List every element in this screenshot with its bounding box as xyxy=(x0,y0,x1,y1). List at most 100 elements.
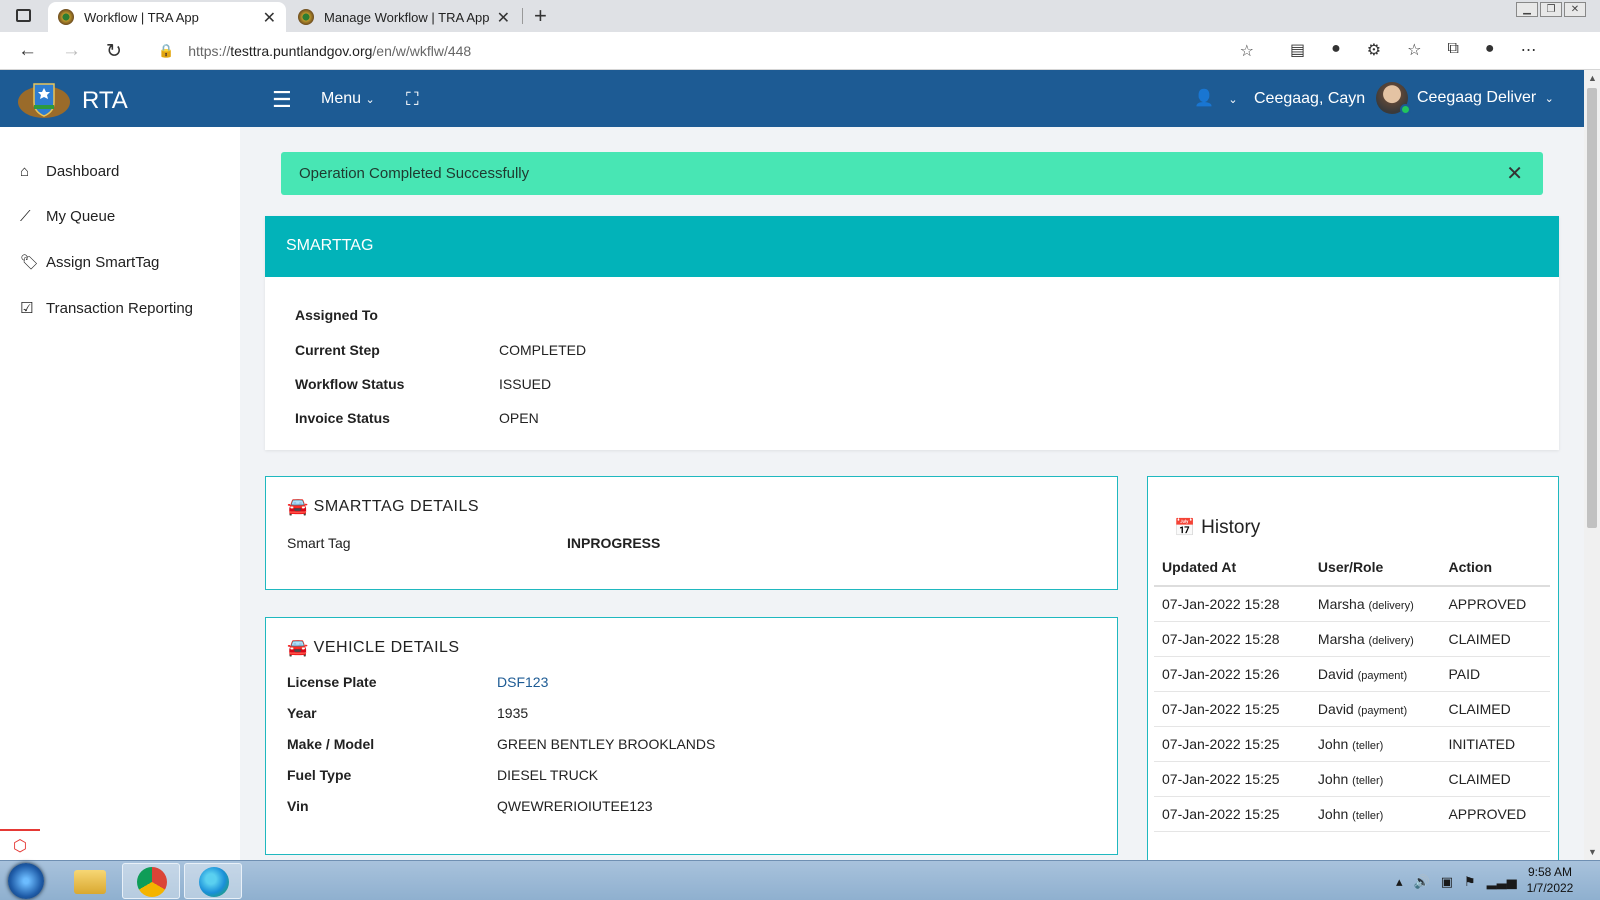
more-options-icon[interactable]: ⋯ xyxy=(1521,40,1537,60)
window-controls: ▁ ❐ ✕ xyxy=(1516,2,1586,17)
scroll-up-icon[interactable]: ▲ xyxy=(1588,73,1597,83)
close-window-icon[interactable]: ✕ xyxy=(1564,2,1586,17)
user-name: John xyxy=(1317,805,1349,822)
user-menu[interactable]: Ceegaag Deliver ⌄ xyxy=(1417,89,1554,107)
extensions-icon[interactable]: ⚙ xyxy=(1367,40,1381,60)
user-role: (delivery) xyxy=(1368,599,1414,612)
action-cell: APPROVED xyxy=(1440,796,1550,832)
restore-icon[interactable]: ❐ xyxy=(1540,2,1562,17)
scroll-down-icon[interactable]: ▼ xyxy=(1588,847,1597,857)
calendar-icon: 📅 xyxy=(1174,518,1196,537)
smarttag-card: SMARTTAG Assigned To Current Step COMPLE… xyxy=(265,216,1559,450)
file-explorer-button[interactable] xyxy=(60,863,118,899)
vehicle-details-card: 🚘 VEHICLE DETAILS License Plate DSF123 Y… xyxy=(265,617,1118,855)
user-role-cell: David (payment) xyxy=(1309,691,1441,727)
menu-dropdown[interactable]: Menu ⌄ xyxy=(321,90,375,108)
windows-taskbar: ▴ 🔊 ▣ ⚑ ▂▃▅ 9:58 AM 1/7/2022 xyxy=(0,860,1600,900)
user-role-cell: John (teller) xyxy=(1309,761,1441,797)
table-row: 07-Jan-2022 15:25 John (teller) APPROVED xyxy=(1154,796,1550,832)
back-icon[interactable]: ← xyxy=(18,40,37,62)
scrollbar-thumb[interactable] xyxy=(1587,88,1597,528)
field-value: INPROGRESS xyxy=(567,535,661,551)
edge-button[interactable] xyxy=(184,863,242,899)
vertical-scrollbar[interactable]: ▲ ▼ xyxy=(1584,70,1600,860)
close-icon[interactable]: ✕ xyxy=(1506,161,1523,186)
shield-extension-icon[interactable]: ● xyxy=(1331,40,1341,60)
fullscreen-icon[interactable]: ⛶ xyxy=(406,89,419,110)
profile-icon[interactable]: ● xyxy=(1485,40,1495,60)
coat-of-arms-logo xyxy=(18,83,70,118)
tab-close-icon[interactable]: ✕ xyxy=(497,8,510,28)
tab-actions-icon[interactable] xyxy=(16,9,31,22)
forward-icon[interactable]: → xyxy=(62,40,81,62)
action-center-icon[interactable]: ⚑ xyxy=(1464,874,1476,890)
field-label: Assigned To xyxy=(295,307,378,323)
field-label: Invoice Status xyxy=(295,410,390,426)
tab-close-icon[interactable]: ✕ xyxy=(263,8,276,28)
hamburger-menu-icon[interactable]: ☰ xyxy=(272,87,292,113)
smarttag-details-title: 🚘 SMARTTAG DETAILS xyxy=(287,497,479,517)
table-header-row: Updated At User/Role Action xyxy=(1154,549,1550,587)
address-bar: ← → ↻ 🔒 https://testtra.puntlandgov.org/… xyxy=(0,32,1600,70)
user-icon: 👤 xyxy=(1194,90,1214,107)
chrome-button[interactable] xyxy=(122,863,180,899)
browser-tab-manage-workflow[interactable]: Manage Workflow | TRA App ✕ xyxy=(288,2,520,32)
taskbar-clock[interactable]: 9:58 AM 1/7/2022 xyxy=(1518,864,1582,896)
sidebar-item-my-queue[interactable]: ⟋ My Queue xyxy=(20,208,115,225)
browser-tab-workflow[interactable]: Workflow | TRA App ✕ xyxy=(48,2,286,32)
device-icon[interactable]: ▣ xyxy=(1441,874,1453,890)
favorite-star-icon[interactable]: ☆ xyxy=(1240,41,1254,61)
favorites-icon[interactable]: ☆ xyxy=(1407,40,1421,60)
license-plate-link[interactable]: DSF123 xyxy=(497,674,917,690)
action-cell: CLAIMED xyxy=(1440,621,1550,657)
user-dropdown[interactable]: 👤 ⌄ xyxy=(1194,88,1238,108)
sidebar-item-assign-smarttag[interactable]: 🏷 Assign SmartTag xyxy=(20,253,159,272)
minimize-icon[interactable]: ▁ xyxy=(1516,2,1538,17)
location-label: Ceegaag, Cayn xyxy=(1254,90,1366,107)
chevron-down-icon: ⌄ xyxy=(365,94,375,106)
table-row: 07-Jan-2022 15:25 John (teller) CLAIMED xyxy=(1154,761,1550,797)
table-row: 07-Jan-2022 15:25 John (teller) INITIATE… xyxy=(1154,726,1550,762)
collections-icon[interactable]: ⧉ xyxy=(1447,40,1458,60)
show-hidden-icons-icon[interactable]: ▴ xyxy=(1396,874,1403,890)
user-role: (teller) xyxy=(1352,739,1384,752)
clock-time: 9:58 AM xyxy=(1527,865,1573,879)
browser-tab-bar: Workflow | TRA App ✕ Manage Workflow | T… xyxy=(0,0,1600,32)
history-card: 📅 History Updated At User/Role Action 07… xyxy=(1147,476,1559,860)
system-tray: ▴ 🔊 ▣ ⚑ ▂▃▅ xyxy=(1396,874,1517,890)
car-icon: 🚘 xyxy=(287,638,309,657)
field-value: ISSUED xyxy=(499,376,552,392)
sidebar-item-transaction-reporting[interactable]: ☑ Transaction Reporting xyxy=(20,299,193,318)
user-name: David xyxy=(1317,665,1354,682)
updated-at-cell: 07-Jan-2022 15:28 xyxy=(1154,621,1310,657)
volume-icon[interactable]: 🔊 xyxy=(1414,874,1430,890)
sidebar: ⌂ Dashboard ⟋ My Queue 🏷 Assign SmartTag… xyxy=(0,127,240,860)
vehicle-details-title: 🚘 VEHICLE DETAILS xyxy=(287,638,460,658)
start-button[interactable] xyxy=(8,863,44,899)
user-name: Marsha xyxy=(1317,630,1365,647)
user-role: (payment) xyxy=(1357,704,1408,717)
section-title: SMARTTAG DETAILS xyxy=(313,498,480,515)
column-header: User/Role xyxy=(1309,549,1441,587)
check-square-icon: ☑ xyxy=(20,300,34,317)
user-role: (payment) xyxy=(1357,669,1408,682)
tab-separator xyxy=(522,8,523,24)
network-icon[interactable]: ▂▃▅ xyxy=(1487,874,1517,890)
user-name: John xyxy=(1317,770,1349,787)
field-label: Vin xyxy=(287,798,309,814)
user-role-cell: David (payment) xyxy=(1309,656,1441,692)
url-field[interactable]: 🔒 https://testtra.puntlandgov.org/en/w/w… xyxy=(144,36,1268,66)
sidebar-item-dashboard[interactable]: ⌂ Dashboard xyxy=(20,163,119,180)
field-value: QWEWRERIOIUTEE123 xyxy=(497,798,653,814)
table-row: 07-Jan-2022 15:28 Marsha (delivery) CLAI… xyxy=(1154,621,1550,657)
sidebar-item-label: Dashboard xyxy=(46,163,120,180)
new-tab-icon[interactable]: + xyxy=(534,3,547,29)
table-row: 07-Jan-2022 15:28 Marsha (delivery) APPR… xyxy=(1154,586,1550,622)
reload-icon[interactable]: ↻ xyxy=(106,40,122,63)
debugbar-icon[interactable]: ⬡ xyxy=(0,829,40,860)
menu-label: Menu xyxy=(321,90,362,107)
field-value: COMPLETED xyxy=(499,342,587,358)
field-value: GREEN BENTLEY BROOKLANDS xyxy=(497,736,716,752)
field-value: OPEN xyxy=(499,410,539,426)
reading-list-icon[interactable]: ▤ xyxy=(1290,40,1305,60)
